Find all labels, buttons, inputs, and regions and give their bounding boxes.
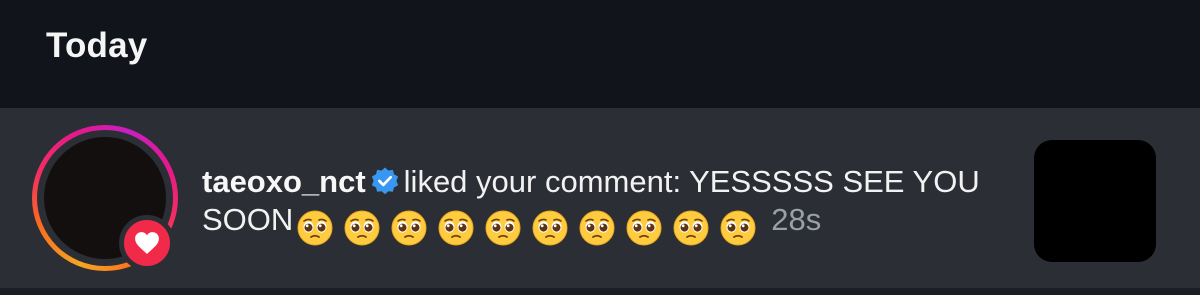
verified-badge-icon <box>371 167 398 195</box>
section-title: Today <box>46 26 148 65</box>
like-badge <box>119 215 175 271</box>
username-link[interactable]: taeoxo_nct <box>202 164 366 199</box>
pleading-face-emoji-icon <box>297 210 333 246</box>
pleading-face-emoji-icon <box>579 210 615 246</box>
timestamp: 28s <box>771 202 822 237</box>
pleading-face-emoji-icon <box>391 210 427 246</box>
next-row-edge <box>0 288 1200 295</box>
pleading-face-emoji-icon <box>720 210 756 246</box>
activity-header: Today <box>0 0 1200 108</box>
pleading-face-emoji-icon <box>344 210 380 246</box>
notification-text: taeoxo_nct liked your comment: YESSSSS S… <box>202 163 1002 246</box>
pleading-face-emoji-icon <box>485 210 521 246</box>
pleading-face-emoji-icon <box>673 210 709 246</box>
avatar[interactable] <box>32 125 178 271</box>
post-thumbnail[interactable] <box>1034 140 1156 262</box>
pleading-face-emoji-icon <box>438 210 474 246</box>
pleading-face-emoji-icon <box>532 210 568 246</box>
heart-icon <box>135 232 159 254</box>
notification-row[interactable]: taeoxo_nct liked your comment: YESSSSS S… <box>0 108 1200 288</box>
emoji-row <box>297 207 767 246</box>
pleading-face-emoji-icon <box>626 210 662 246</box>
